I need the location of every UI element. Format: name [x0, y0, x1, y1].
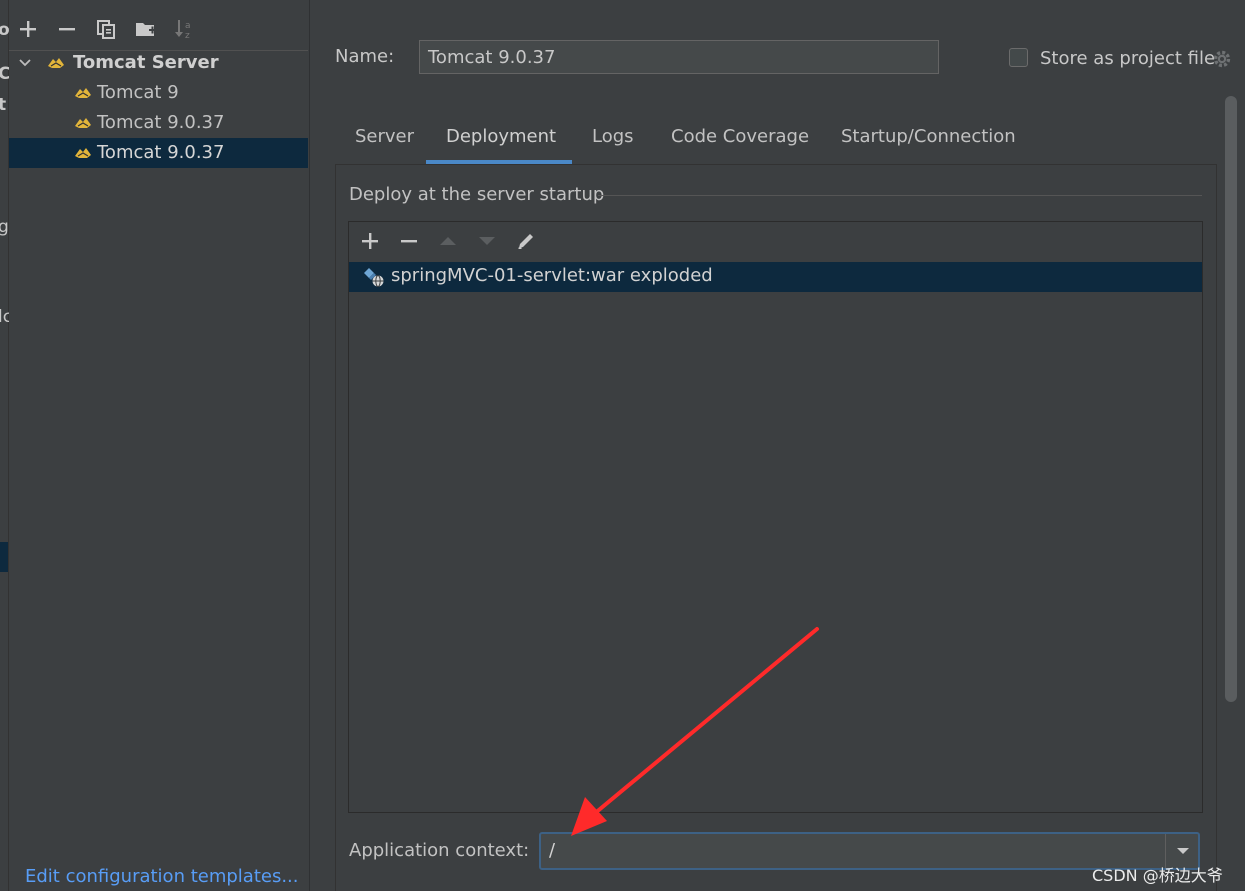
remove-icon[interactable]	[397, 229, 421, 253]
tomcat-icon	[48, 58, 64, 68]
tab-logs[interactable]: Logs	[592, 126, 634, 164]
outer-window-edge: ol C t g lc	[0, 0, 16, 891]
store-as-project-file-label[interactable]: Store as project file	[1040, 48, 1215, 69]
section-separator	[598, 195, 1202, 196]
web-artifact-icon	[364, 268, 384, 287]
tree-item-label: Tomcat 9.0.37	[97, 112, 225, 133]
tab-server[interactable]: Server	[355, 126, 414, 164]
edge-fragment: g	[0, 217, 9, 237]
name-input[interactable]: Tomcat 9.0.37	[419, 40, 939, 74]
vertical-scrollbar[interactable]	[1225, 96, 1237, 702]
edit-configuration-templates-link[interactable]: Edit configuration templates...	[25, 866, 299, 887]
edge-selection	[0, 542, 8, 572]
name-label: Name:	[335, 46, 395, 67]
tree-item[interactable]: Tomcat 9	[9, 78, 308, 108]
move-down-icon[interactable]	[475, 229, 499, 253]
remove-icon[interactable]	[56, 18, 78, 40]
add-icon[interactable]	[358, 229, 382, 253]
edge-fragment: t	[0, 95, 7, 115]
tree-group-tomcat-server[interactable]: Tomcat Server	[9, 48, 308, 78]
application-context-label: Application context:	[349, 840, 530, 861]
tree-item-label: Tomcat 9.0.37	[97, 142, 225, 163]
copy-icon[interactable]	[95, 18, 117, 40]
tree-item-label: Tomcat 9	[97, 82, 179, 103]
folder-add-icon[interactable]	[135, 18, 157, 40]
move-up-icon[interactable]	[436, 229, 460, 253]
tomcat-icon	[75, 118, 91, 128]
tree-group-label: Tomcat Server	[73, 52, 219, 73]
tab-code-coverage[interactable]: Code Coverage	[671, 126, 809, 164]
tree-toolbar	[9, 10, 308, 51]
tomcat-icon	[75, 148, 91, 158]
edit-icon[interactable]	[514, 229, 538, 253]
tree-item-selected[interactable]: Tomcat 9.0.37	[9, 138, 308, 168]
gear-icon[interactable]	[1212, 49, 1232, 69]
deployment-artifacts-list[interactable]	[348, 221, 1203, 813]
svg-text:a: a	[185, 21, 191, 31]
application-context-value[interactable]: /	[549, 840, 555, 861]
deploy-section-title: Deploy at the server startup	[349, 184, 605, 205]
watermark: CSDN @桥边大爷	[1092, 866, 1223, 885]
tab-deployment[interactable]: Deployment	[446, 126, 556, 164]
tomcat-icon	[75, 88, 91, 98]
svg-text:z: z	[185, 31, 190, 40]
add-icon[interactable]	[17, 18, 39, 40]
store-as-project-file-checkbox[interactable]	[1009, 48, 1028, 67]
chevron-down-icon[interactable]	[19, 57, 31, 69]
chevron-down-icon[interactable]	[1176, 846, 1190, 856]
sort-icon[interactable]: az	[174, 18, 196, 40]
tab-startup-connection[interactable]: Startup/Connection	[841, 126, 1016, 164]
tree-item[interactable]: Tomcat 9.0.37	[9, 108, 308, 138]
artifact-label: springMVC-01-servlet:war exploded	[391, 265, 713, 286]
